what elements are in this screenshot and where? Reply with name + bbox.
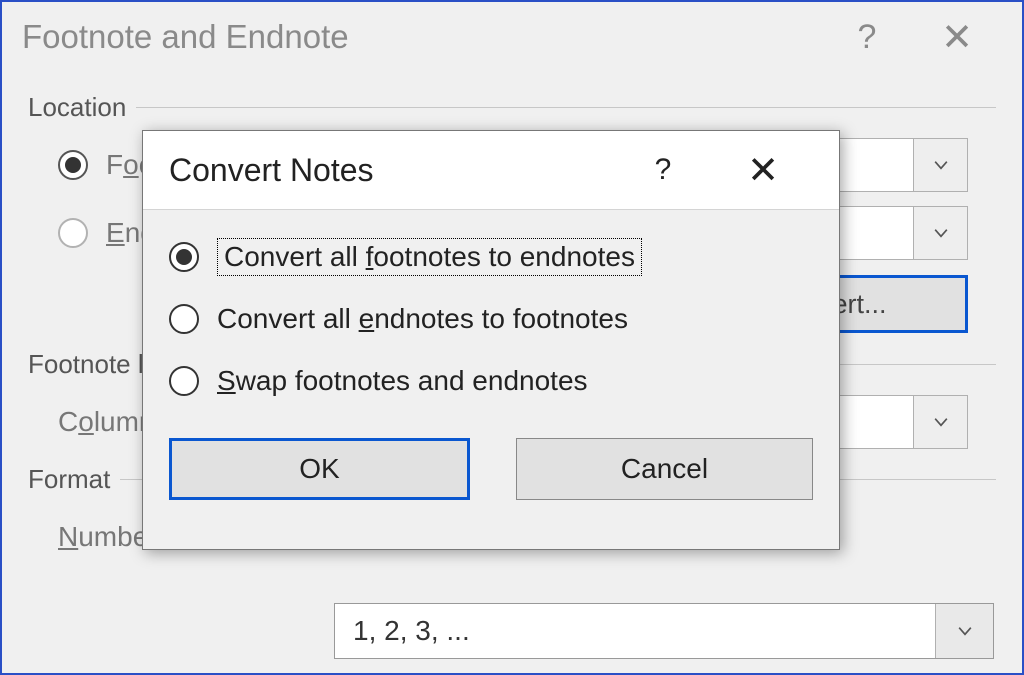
child-titlebar: Convert Notes ? ✕: [143, 131, 839, 209]
chevron-down-icon[interactable]: [913, 396, 967, 448]
option-convert-footnotes-to-endnotes[interactable]: Convert all footnotes to endnotes: [169, 226, 813, 288]
option-convert-endnotes-to-footnotes[interactable]: Convert all endnotes to footnotes: [169, 288, 813, 350]
close-icon[interactable]: ✕: [912, 15, 1002, 60]
dialog-buttons: OK Cancel: [169, 438, 813, 500]
close-icon[interactable]: ✕: [713, 148, 813, 193]
chevron-down-icon[interactable]: [913, 207, 967, 259]
chevron-down-icon[interactable]: [935, 604, 993, 658]
ok-button[interactable]: OK: [169, 438, 470, 500]
parent-title: Footnote and Endnote: [22, 18, 349, 56]
radio-endnotes[interactable]: [58, 218, 88, 248]
combo-value: 1, 2, 3, ...: [353, 615, 470, 647]
parent-titlebar: Footnote and Endnote ? ✕: [2, 2, 1022, 72]
radio-icon: [169, 366, 199, 396]
help-icon[interactable]: ?: [613, 153, 713, 187]
radio-icon: [169, 242, 199, 272]
section-label: Format: [28, 464, 110, 495]
child-title: Convert Notes: [169, 152, 374, 189]
convert-notes-dialog: Convert Notes ? ✕ Convert all footnotes …: [142, 130, 840, 550]
chevron-down-icon[interactable]: [913, 139, 967, 191]
option-label: Convert all endnotes to footnotes: [217, 303, 628, 335]
section-location: Location: [28, 92, 996, 123]
section-label: Location: [28, 92, 126, 123]
cancel-button[interactable]: Cancel: [516, 438, 813, 500]
radio-icon: [169, 304, 199, 334]
option-label: Swap footnotes and endnotes: [217, 365, 588, 397]
help-icon[interactable]: ?: [822, 18, 912, 57]
combo-number-format[interactable]: 1, 2, 3, ...: [334, 603, 994, 659]
radio-footnotes[interactable]: [58, 150, 88, 180]
child-body: Convert all footnotes to endnotes Conver…: [143, 209, 839, 549]
option-swap-footnotes-endnotes[interactable]: Swap footnotes and endnotes: [169, 350, 813, 412]
option-label: Convert all footnotes to endnotes: [217, 238, 642, 276]
